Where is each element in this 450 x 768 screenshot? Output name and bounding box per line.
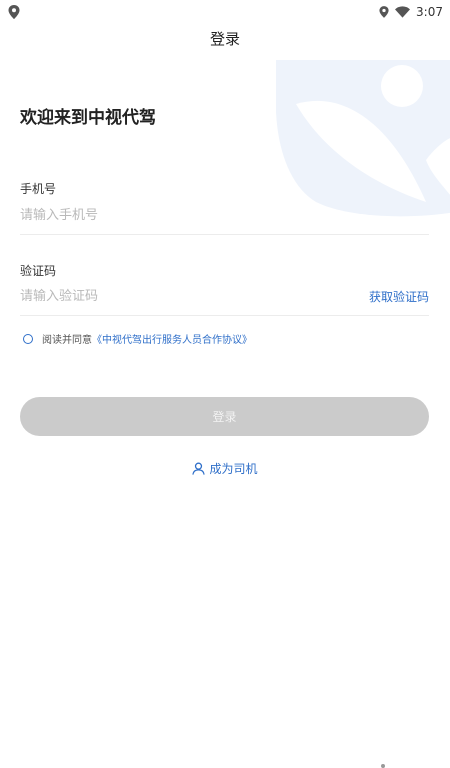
agreement-row: 阅读并同意 《中视代驾出行服务人员合作协议》 <box>23 331 252 346</box>
agreement-prefix: 阅读并同意 <box>42 335 92 346</box>
code-label: 验证码 <box>20 264 57 278</box>
steering-wheel-watermark-icon <box>276 60 450 217</box>
login-button[interactable]: 登录 <box>20 397 429 436</box>
welcome-heading: 欢迎来到中视代驾 <box>20 108 156 128</box>
verification-code-input[interactable] <box>20 285 320 307</box>
scroll-indicator <box>381 764 385 768</box>
agreement-radio[interactable] <box>23 333 33 344</box>
divider <box>20 315 429 316</box>
become-driver-label: 成为司机 <box>209 462 258 476</box>
phone-label: 手机号 <box>20 182 57 196</box>
page-title: 登录 <box>209 30 240 48</box>
phone-input[interactable] <box>20 204 350 226</box>
location-icon <box>379 6 389 18</box>
status-time: 3:07 <box>416 5 443 19</box>
location-icon <box>8 5 20 19</box>
status-bar: 3:07 <box>0 0 450 24</box>
wifi-icon <box>395 6 411 18</box>
divider <box>20 234 429 235</box>
get-code-button[interactable]: 获取验证码 <box>369 288 429 305</box>
user-icon <box>192 462 206 475</box>
become-driver-link[interactable]: 成为司机 <box>0 460 450 477</box>
agreement-link[interactable]: 《中视代驾出行服务人员合作协议》 <box>92 331 252 346</box>
